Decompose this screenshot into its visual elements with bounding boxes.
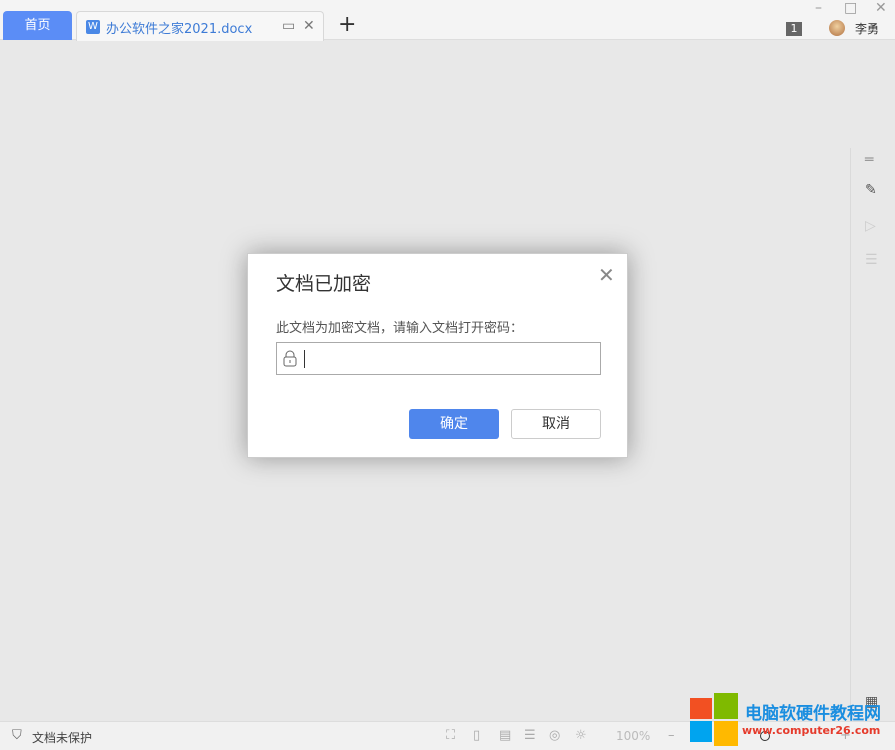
maximize-button[interactable]: □ [844, 0, 857, 16]
monitor-icon[interactable]: ▭ [282, 18, 295, 34]
collapse-icon[interactable]: ═ [865, 152, 873, 168]
dialog-message: 此文档为加密文档，请输入文档打开密码： [276, 321, 524, 336]
page-view-icon[interactable]: ▤ [499, 728, 511, 743]
close-tab-icon[interactable]: ✕ [303, 18, 315, 34]
outline-view-icon[interactable]: ☰ [524, 728, 536, 743]
minimize-button[interactable]: – [815, 0, 822, 16]
title-bar: 首页 W 办公软件之家2021.docx ▭ ✕ + – □ ✕ 1 李勇 [0, 0, 895, 41]
window-count-badge[interactable]: 1 [786, 22, 802, 36]
cursor-icon[interactable]: ▷ [865, 218, 876, 234]
tab-document-title: 办公软件之家2021.docx [106, 22, 253, 37]
tab-home[interactable]: 首页 [3, 11, 72, 40]
encrypted-document-dialog: 文档已加密 ✕ 此文档为加密文档，请输入文档打开密码： 确定 取消 [247, 253, 628, 458]
windows-logo [690, 693, 738, 746]
reading-mode-icon[interactable]: ▯ [473, 728, 480, 743]
zoom-out-icon[interactable]: – [668, 728, 675, 743]
eye-protection-icon[interactable]: ☼ [575, 728, 587, 743]
right-sidebar: ═ ✎ ▷ ☰ ▦ [850, 148, 895, 720]
password-input[interactable] [276, 342, 601, 375]
dialog-title: 文档已加密 [276, 273, 372, 295]
ok-button[interactable]: 确定 [409, 409, 499, 439]
watermark-url: www.computer26.com [742, 724, 881, 737]
new-tab-button[interactable]: + [338, 11, 356, 39]
text-caret [304, 350, 305, 368]
avatar[interactable] [829, 20, 845, 36]
dialog-close-icon[interactable]: ✕ [598, 263, 615, 287]
zoom-level[interactable]: 100% [616, 729, 650, 743]
wps-writer-icon: W [86, 20, 100, 34]
tab-document[interactable]: W 办公软件之家2021.docx ▭ ✕ [76, 11, 324, 41]
user-name[interactable]: 李勇 [855, 20, 879, 37]
lock-icon [283, 350, 297, 367]
web-view-icon[interactable]: ◎ [549, 728, 560, 743]
cancel-button[interactable]: 取消 [511, 409, 601, 439]
watermark-logo: 电脑软硬件教程网 www.computer26.com [690, 693, 895, 750]
close-window-button[interactable]: ✕ [875, 0, 887, 16]
shield-icon: ⛉ [12, 728, 22, 743]
watermark-name: 电脑软硬件教程网 [745, 704, 881, 724]
fullscreen-icon[interactable]: ⛶ [446, 728, 455, 743]
settings-sliders-icon[interactable]: ☰ [865, 252, 878, 268]
pen-icon[interactable]: ✎ [865, 182, 877, 198]
protection-status[interactable]: 文档未保护 [32, 729, 92, 746]
